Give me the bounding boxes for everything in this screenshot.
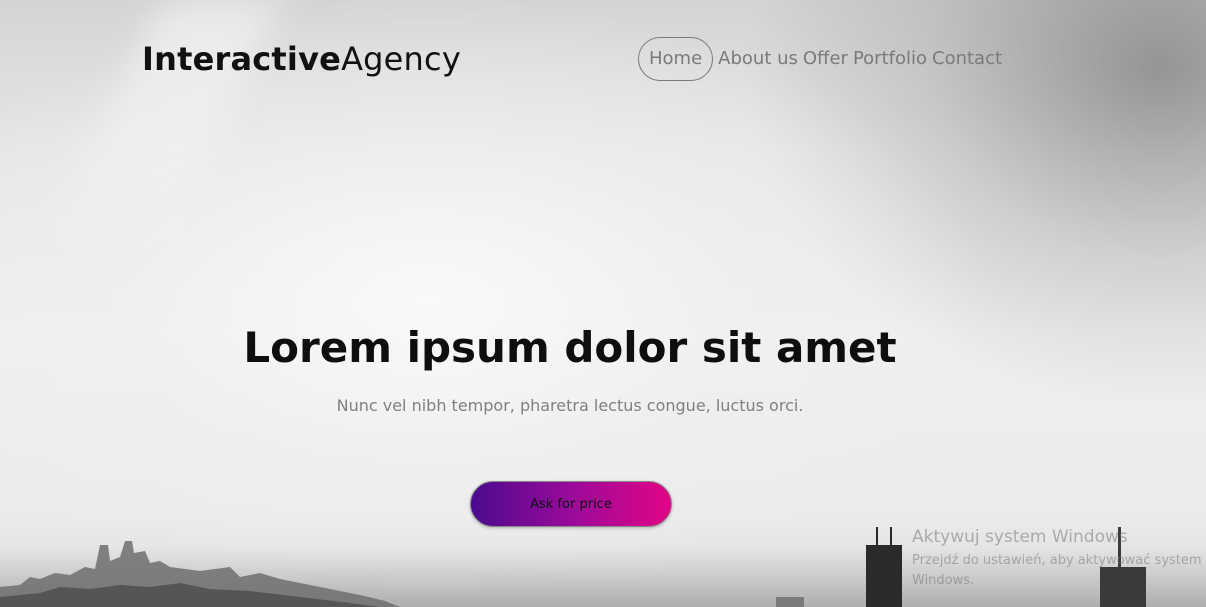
- watermark-title: Aktywuj system Windows: [912, 527, 1128, 547]
- ask-for-price-button[interactable]: Ask for price: [470, 481, 672, 527]
- brand-logo[interactable]: InteractiveAgency: [142, 40, 461, 78]
- brand-name-light: Agency: [341, 40, 461, 78]
- watermark-body: Przejdź do ustawień, aby aktywować syste…: [912, 553, 1202, 588]
- hero-headline: Lorem ipsum dolor sit amet: [243, 323, 897, 372]
- brand-name-bold: Interactive: [142, 40, 342, 78]
- tower-antenna-right: [890, 527, 892, 547]
- nav-item-portfolio[interactable]: Portfolio: [853, 50, 927, 68]
- nav-item-offer[interactable]: Offer: [803, 50, 848, 68]
- sky-light-streak: [39, 0, 281, 260]
- tower-antenna-left: [876, 527, 878, 547]
- nav-item-contact[interactable]: Contact: [932, 50, 1002, 68]
- main-nav: Home About us Offer Portfolio Contact: [638, 37, 1002, 81]
- tower-hancock: [866, 545, 902, 607]
- nav-item-home[interactable]: Home: [638, 37, 714, 81]
- nav-item-about-us[interactable]: About us: [718, 50, 798, 68]
- hero-subline: Nunc vel nibh tempor, pharetra lectus co…: [336, 396, 804, 415]
- small-buildings-center: [776, 597, 804, 607]
- hero-section: InteractiveAgency Home About us Offer Po…: [0, 0, 1206, 607]
- windows-activation-watermark: Aktywuj system Windows Przejdź do ustawi…: [912, 527, 1206, 591]
